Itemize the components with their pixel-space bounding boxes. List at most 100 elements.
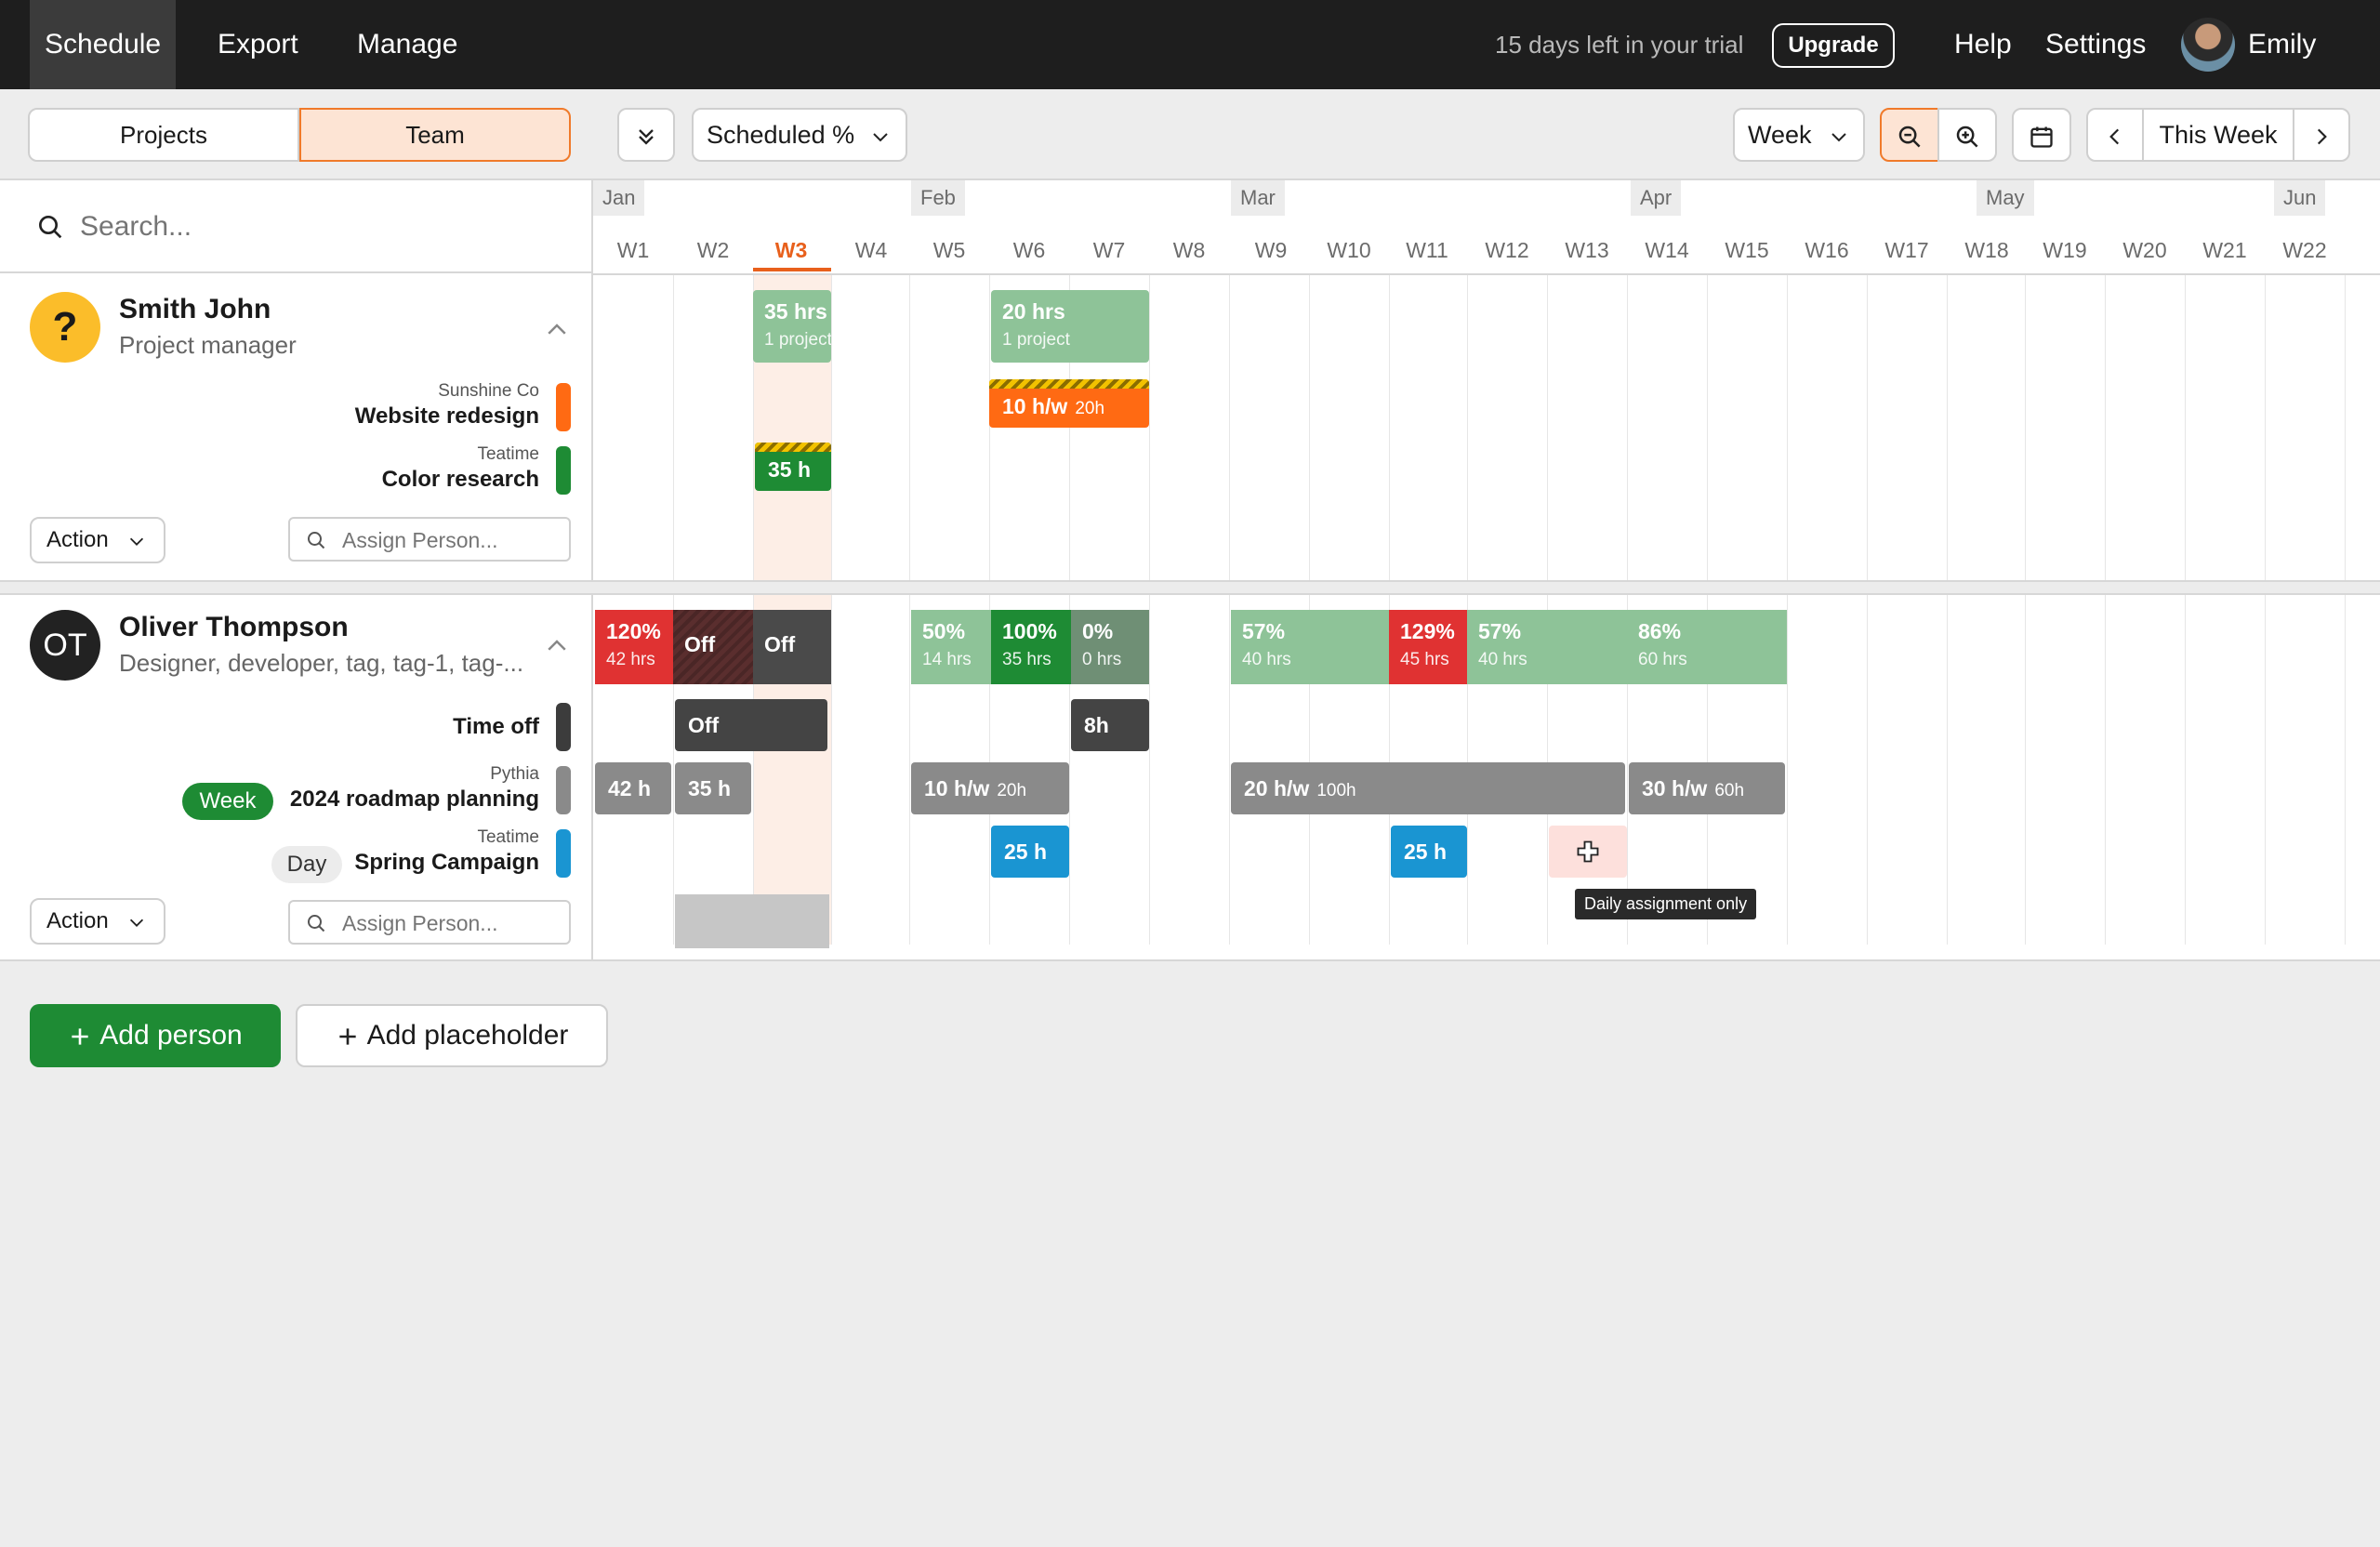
prev-week-button[interactable] bbox=[2086, 108, 2144, 162]
timeoff-block[interactable]: Off bbox=[675, 699, 827, 751]
action-dropdown[interactable]: Action bbox=[30, 517, 165, 563]
summary-block[interactable]: 20 hrs 1 project bbox=[991, 290, 1149, 363]
week-header-current[interactable]: W3 bbox=[751, 238, 831, 263]
nav-settings[interactable]: Settings bbox=[2030, 0, 2161, 89]
chevron-down-icon bbox=[129, 537, 144, 546]
summary-value: 20 hrs bbox=[1002, 299, 1065, 324]
search-input[interactable] bbox=[80, 205, 545, 249]
week-header[interactable]: W17 bbox=[1867, 238, 1947, 263]
next-week-button[interactable] bbox=[2293, 108, 2350, 162]
month-label: May bbox=[1977, 180, 2034, 216]
add-placeholder-button[interactable]: Add placeholder bbox=[296, 1004, 608, 1067]
assign-person-field[interactable] bbox=[288, 900, 571, 945]
assignment-block[interactable]: 25 h bbox=[991, 826, 1069, 878]
assignment-block[interactable]: 10 h/w 20h bbox=[989, 379, 1149, 428]
summary-block[interactable]: 86% 60 hrs bbox=[1627, 610, 1787, 684]
week-header[interactable]: W14 bbox=[1627, 238, 1707, 263]
summary-block[interactable]: 57% 40 hrs bbox=[1231, 610, 1389, 684]
drop-target-cell[interactable] bbox=[1549, 826, 1627, 878]
assignment-block[interactable]: 10 h/w 20h bbox=[911, 762, 1069, 814]
upgrade-button[interactable]: Upgrade bbox=[1772, 23, 1895, 68]
project-name[interactable]: Spring Campaign bbox=[354, 850, 539, 876]
week-header[interactable]: W11 bbox=[1387, 238, 1467, 263]
assign-person-input[interactable] bbox=[342, 909, 562, 937]
week-header[interactable]: W6 bbox=[989, 238, 1069, 263]
assignment-block[interactable]: 20 h/w 100h bbox=[1231, 762, 1625, 814]
week-header[interactable]: W12 bbox=[1467, 238, 1547, 263]
project-name[interactable]: Website redesign bbox=[355, 403, 539, 430]
month-label: Jun bbox=[2274, 180, 2326, 216]
week-header[interactable]: W15 bbox=[1707, 238, 1787, 263]
period-dropdown[interactable]: Week bbox=[1733, 108, 1865, 162]
toolbar: Projects Team Scheduled % Week This Week bbox=[0, 89, 2380, 180]
action-dropdown[interactable]: Action bbox=[30, 898, 165, 945]
summary-value: 100% bbox=[1002, 619, 1057, 643]
timeoff-block[interactable]: 8h bbox=[1071, 699, 1149, 751]
assignment-block[interactable]: 35 h bbox=[755, 443, 831, 491]
week-header[interactable]: W1 bbox=[593, 238, 673, 263]
user-avatar[interactable] bbox=[2181, 18, 2235, 72]
nav-help[interactable]: Help bbox=[1939, 0, 2027, 89]
summary-block[interactable]: 129% 45 hrs bbox=[1389, 610, 1467, 684]
collapse-icon[interactable] bbox=[543, 632, 571, 660]
summary-block[interactable]: 50% 14 hrs bbox=[911, 610, 991, 684]
nav-export[interactable]: Export bbox=[203, 0, 313, 89]
zoom-in-button[interactable] bbox=[1937, 108, 1997, 162]
week-header[interactable]: W21 bbox=[2185, 238, 2265, 263]
metric-dropdown[interactable]: Scheduled % bbox=[692, 108, 907, 162]
week-header[interactable]: W20 bbox=[2105, 238, 2185, 263]
week-header[interactable]: W4 bbox=[831, 238, 911, 263]
assignment-block[interactable]: 35 h bbox=[675, 762, 751, 814]
project-name[interactable]: 2024 roadmap planning bbox=[290, 787, 539, 813]
week-header[interactable]: W16 bbox=[1787, 238, 1867, 263]
week-header[interactable]: W18 bbox=[1947, 238, 2027, 263]
week-header[interactable]: W19 bbox=[2025, 238, 2105, 263]
day-tag[interactable]: Day bbox=[271, 846, 342, 883]
summary-block[interactable]: 120% 42 hrs bbox=[595, 610, 673, 684]
summary-block-off[interactable]: Off bbox=[673, 610, 753, 684]
nav-schedule[interactable]: Schedule bbox=[30, 0, 177, 89]
assign-person-field[interactable] bbox=[288, 517, 571, 562]
summary-block[interactable]: 35 hrs 1 project bbox=[753, 290, 831, 363]
calendar-button[interactable] bbox=[2012, 108, 2071, 162]
project-name[interactable]: Time off bbox=[453, 714, 539, 740]
tab-projects[interactable]: Projects bbox=[28, 108, 299, 162]
week-header[interactable]: W2 bbox=[673, 238, 753, 263]
summary-block[interactable]: 0% 0 hrs bbox=[1071, 610, 1149, 684]
move-cursor-icon bbox=[1577, 840, 1599, 863]
project-name[interactable]: Color research bbox=[382, 467, 539, 493]
user-name[interactable]: Emily bbox=[2248, 0, 2316, 89]
week-header[interactable]: W5 bbox=[909, 238, 989, 263]
assignment-block[interactable]: 30 h/w 60h bbox=[1629, 762, 1785, 814]
zoom-out-button[interactable] bbox=[1880, 108, 1939, 162]
week-header[interactable]: W13 bbox=[1547, 238, 1627, 263]
week-header[interactable]: W7 bbox=[1069, 238, 1149, 263]
collapse-all-button[interactable] bbox=[617, 108, 675, 162]
summary-block[interactable]: 57% 40 hrs bbox=[1467, 610, 1627, 684]
summary-sub: 0 hrs bbox=[1082, 650, 1122, 669]
tab-team[interactable]: Team bbox=[299, 108, 571, 162]
assignment-block[interactable]: 25 h bbox=[1391, 826, 1467, 878]
week-header[interactable]: W9 bbox=[1231, 238, 1311, 263]
chevron-right-icon bbox=[2317, 128, 2327, 145]
week-header[interactable]: W10 bbox=[1309, 238, 1389, 263]
nav-manage[interactable]: Manage bbox=[342, 0, 472, 89]
assignment-block[interactable]: 42 h bbox=[595, 762, 671, 814]
person-name[interactable]: Smith John bbox=[119, 294, 271, 325]
project-client: Pythia bbox=[490, 764, 539, 784]
summary-block[interactable]: 100% 35 hrs bbox=[991, 610, 1071, 684]
this-week-button[interactable]: This Week bbox=[2142, 108, 2294, 162]
project-client: Sunshine Co bbox=[438, 381, 539, 401]
summary-sub: 1 project bbox=[764, 330, 831, 350]
project-client: Teatime bbox=[477, 827, 539, 847]
assign-person-input[interactable] bbox=[342, 526, 562, 554]
action-label: Action bbox=[46, 527, 109, 552]
summary-block-off[interactable]: Off bbox=[753, 610, 831, 684]
week-tag[interactable]: Week bbox=[182, 783, 273, 820]
add-person-button[interactable]: Add person bbox=[30, 1004, 281, 1067]
collapse-icon[interactable] bbox=[543, 316, 571, 344]
week-header[interactable]: W22 bbox=[2265, 238, 2345, 263]
person-name[interactable]: Oliver Thompson bbox=[119, 612, 349, 643]
week-header[interactable]: W8 bbox=[1149, 238, 1229, 263]
month-label: Apr bbox=[1631, 180, 1682, 216]
